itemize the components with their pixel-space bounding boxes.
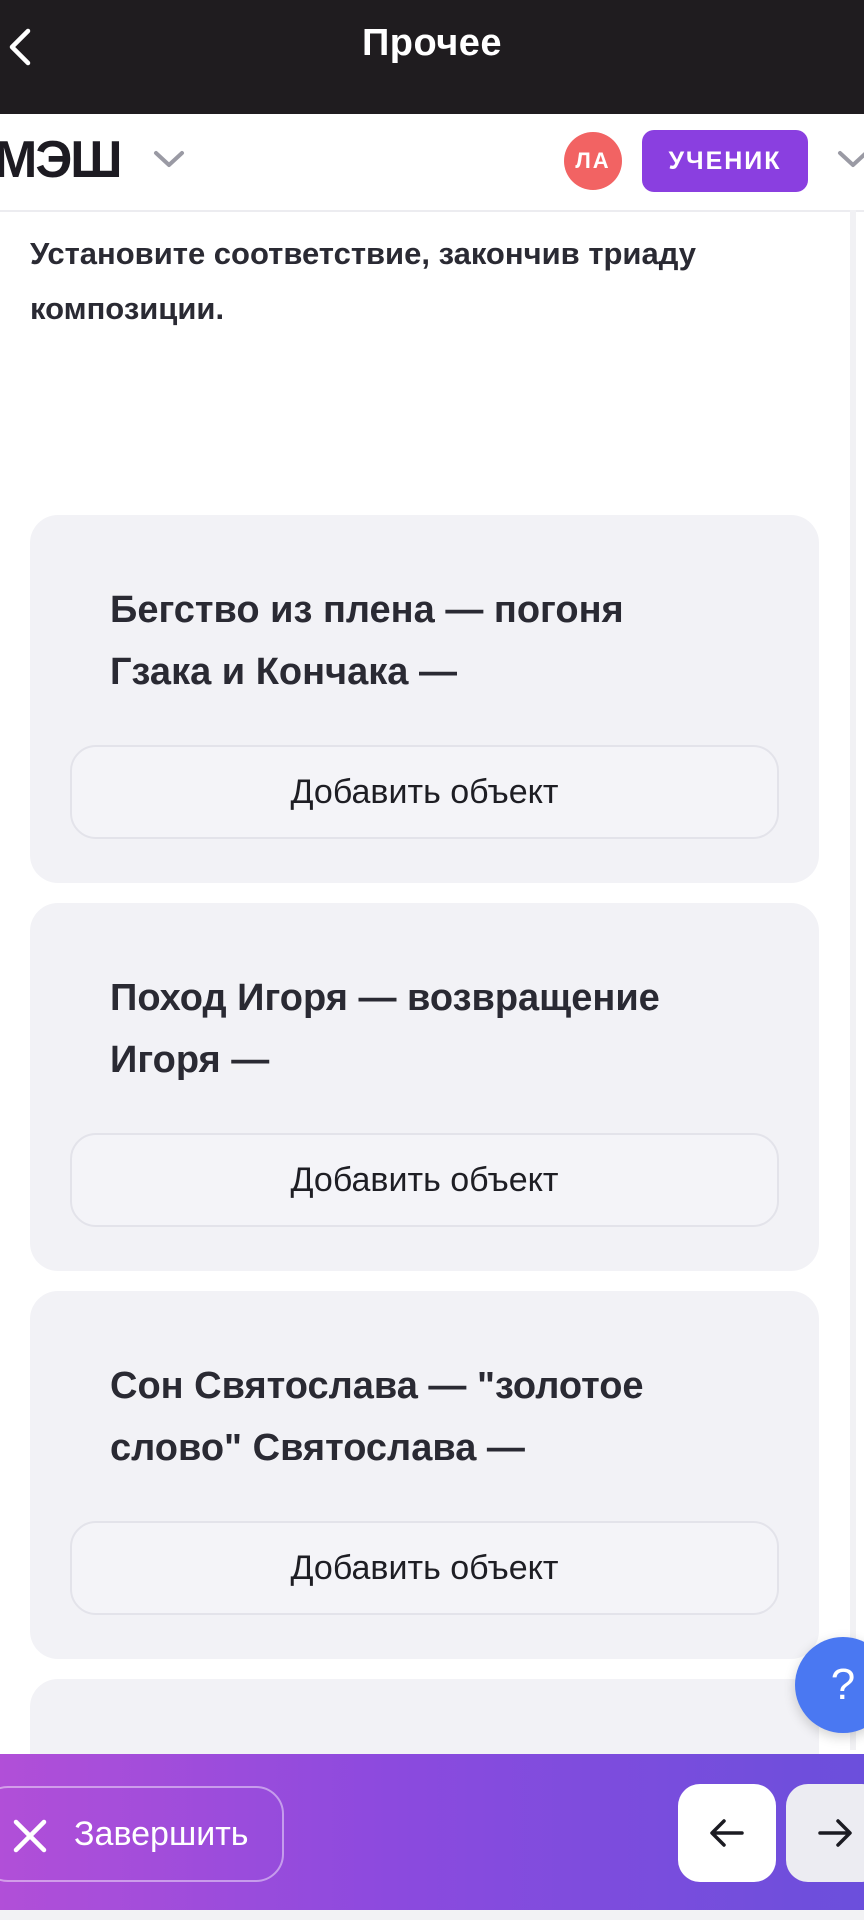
match-card: Поход Игоря — возвращение Игоря — Добави… [30,903,819,1271]
arrow-right-icon [818,1819,852,1847]
avatar[interactable]: ЛА [564,132,622,190]
app-logo[interactable]: МЭШ [0,130,123,190]
finish-button[interactable]: Завершить [0,1786,284,1882]
chevron-down-icon[interactable] [836,148,864,170]
match-card: Сон Святослава — "золотое слово" Святосл… [30,1291,819,1659]
add-object-button[interactable]: Добавить объект [70,1133,779,1227]
add-object-button[interactable]: Добавить объект [70,1521,779,1615]
app-header: МЭШ ЛА УЧЕНИК [0,114,864,212]
scrollbar[interactable] [850,210,856,1750]
arrow-left-icon [710,1819,744,1847]
match-prompt: Поход Игоря — возвращение Игоря — [110,977,660,1081]
chevron-down-icon[interactable] [152,148,186,170]
match-prompt: Сон Святослава — "золотое слово" Святосл… [110,1365,644,1469]
match-prompt: Бегство из плена — погоня Гзака и Кончак… [110,589,624,693]
finish-label: Завершить [74,1815,249,1853]
add-object-button[interactable]: Добавить объект [70,745,779,839]
match-card: Бегство из плена — погоня Гзака и Кончак… [30,515,819,883]
role-badge[interactable]: УЧЕНИК [642,130,808,192]
next-button[interactable] [786,1784,864,1882]
page-title: Прочее [361,22,503,64]
bottom-bar: Завершить [0,1754,864,1920]
previous-button[interactable] [678,1784,776,1882]
question-text: Установите соответствие, закончив триаду… [30,236,697,326]
top-bar: Прочее [0,0,864,114]
close-icon [13,1819,47,1853]
bottom-strip [0,1910,864,1920]
